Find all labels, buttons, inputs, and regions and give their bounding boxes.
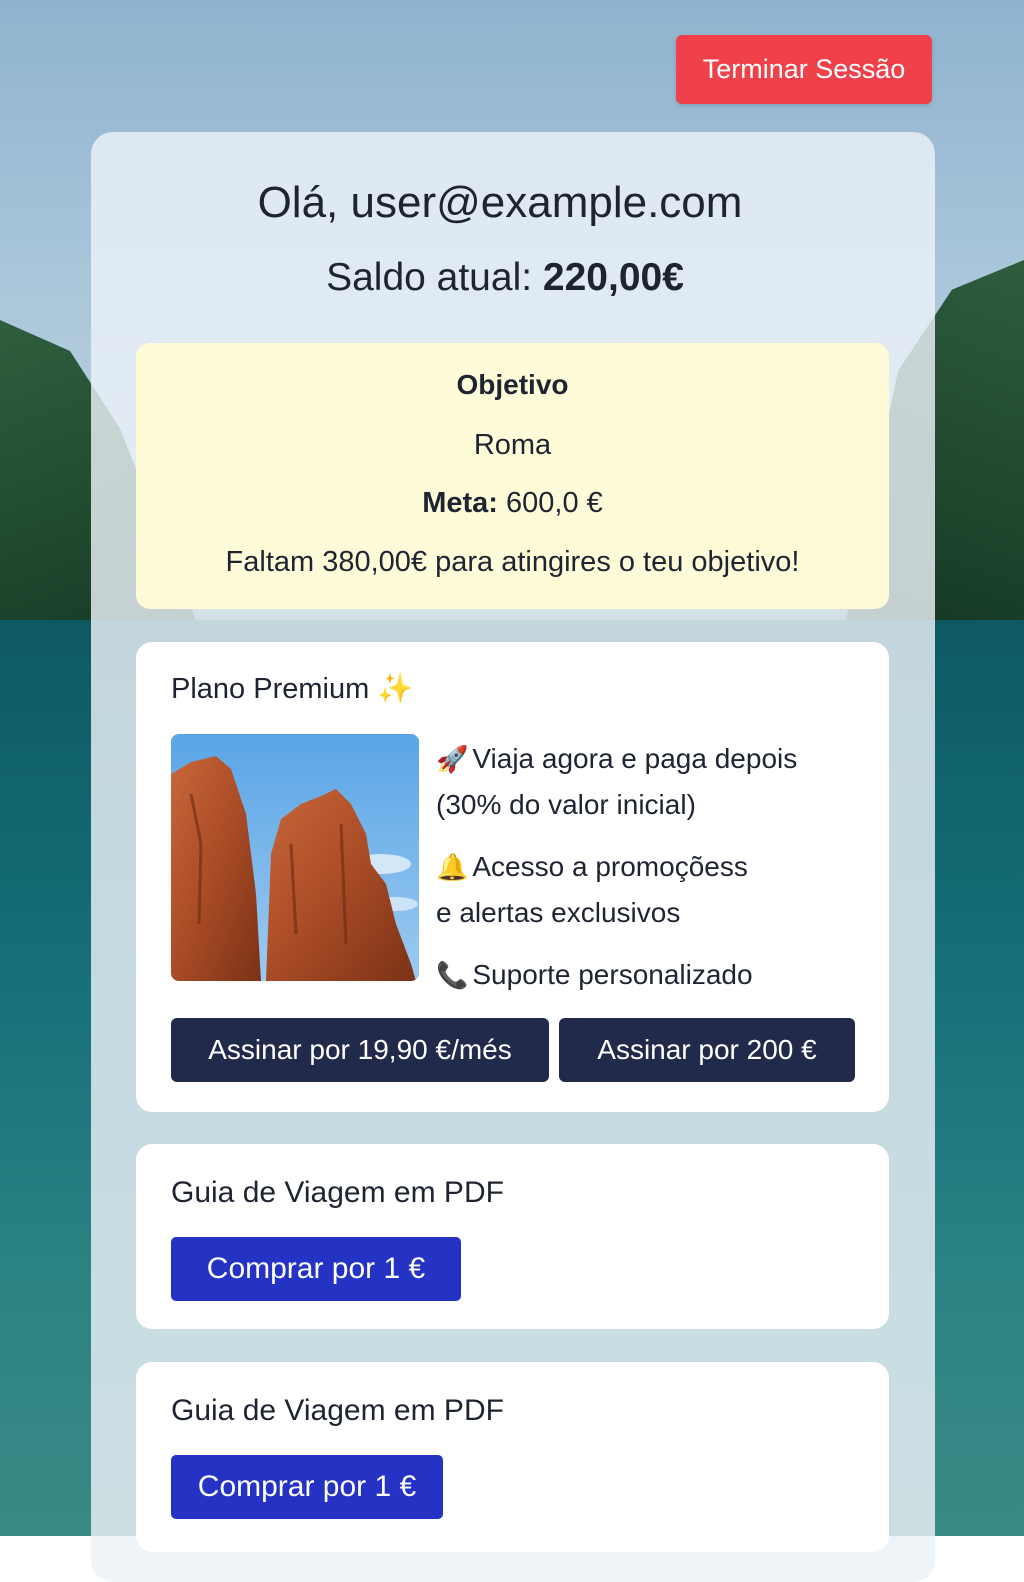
pdf-guide-title: Guia de Viagem em PDF <box>171 1176 504 1209</box>
feature-item: 🔔 Acesso a promoçõess e alertas exclusivo… <box>436 844 876 936</box>
rock-formation-image <box>171 734 419 981</box>
balance-text: Saldo atual: 220,00€ <box>0 256 1010 300</box>
balance-value: 220,00€ <box>542 256 684 299</box>
pdf-guide-card: Guia de Viagem em PDF Comprar por 1 € <box>136 1144 889 1329</box>
premium-features-list: 🚀 Viaja agora e paga depois (30% do valor… <box>436 736 876 1014</box>
feature-text: Acesso a promoçõess <box>472 851 748 882</box>
sparkles-icon: ✨ <box>377 673 414 705</box>
subscribe-monthly-button[interactable]: Assinar por 19,90 €/més <box>171 1018 549 1082</box>
phone-icon: 📞 <box>436 960 469 990</box>
goal-meta-label: Meta: <box>422 487 498 519</box>
bell-icon: 🔔 <box>436 852 469 882</box>
logout-button[interactable]: Terminar Sessão <box>676 35 932 104</box>
balance-label: Saldo atual: <box>326 256 533 299</box>
premium-title: Plano Premium ✨ <box>171 672 413 706</box>
feature-text-line2: e alertas exclusivos <box>436 897 681 928</box>
goal-destination: Roma <box>473 429 552 461</box>
feature-item: 📞 Suporte personalizado <box>436 952 876 998</box>
rocket-icon: 🚀 <box>436 744 469 774</box>
goal-card: Objetivo Roma Meta: 600,0 € Faltam 380,0… <box>136 343 889 609</box>
pdf-guide-title: Guia de Viagem em PDF <box>171 1394 504 1427</box>
goal-meta: Meta: 600,0 € <box>136 487 889 520</box>
pdf-guide-card: Guia de Viagem em PDF Comprar por 1 € <box>136 1362 889 1552</box>
buy-pdf-button[interactable]: Comprar por 1 € <box>171 1455 443 1519</box>
feature-text: Suporte personalizado <box>472 959 753 990</box>
goal-title: Objetivo <box>456 369 569 400</box>
feature-item: 🚀 Viaja agora e paga depois (30% do valor… <box>436 736 876 828</box>
goal-meta-value: 600,0 € <box>506 487 603 519</box>
goal-missing-text: Faltam 380,00€ para atingires o teu obje… <box>225 546 800 578</box>
premium-plan-card: Plano Premium ✨ 🚀 Viaja agora e paga dep… <box>136 642 889 1112</box>
feature-text: Viaja agora e paga depois <box>472 743 798 774</box>
buy-pdf-button[interactable]: Comprar por 1 € <box>171 1237 461 1301</box>
subscribe-yearly-button[interactable]: Assinar por 200 € <box>559 1018 855 1082</box>
feature-text-line2: (30% do valor inicial) <box>436 789 696 820</box>
greeting-heading: Olá, user@example.com <box>257 178 743 227</box>
premium-title-text: Plano Premium <box>171 673 370 705</box>
